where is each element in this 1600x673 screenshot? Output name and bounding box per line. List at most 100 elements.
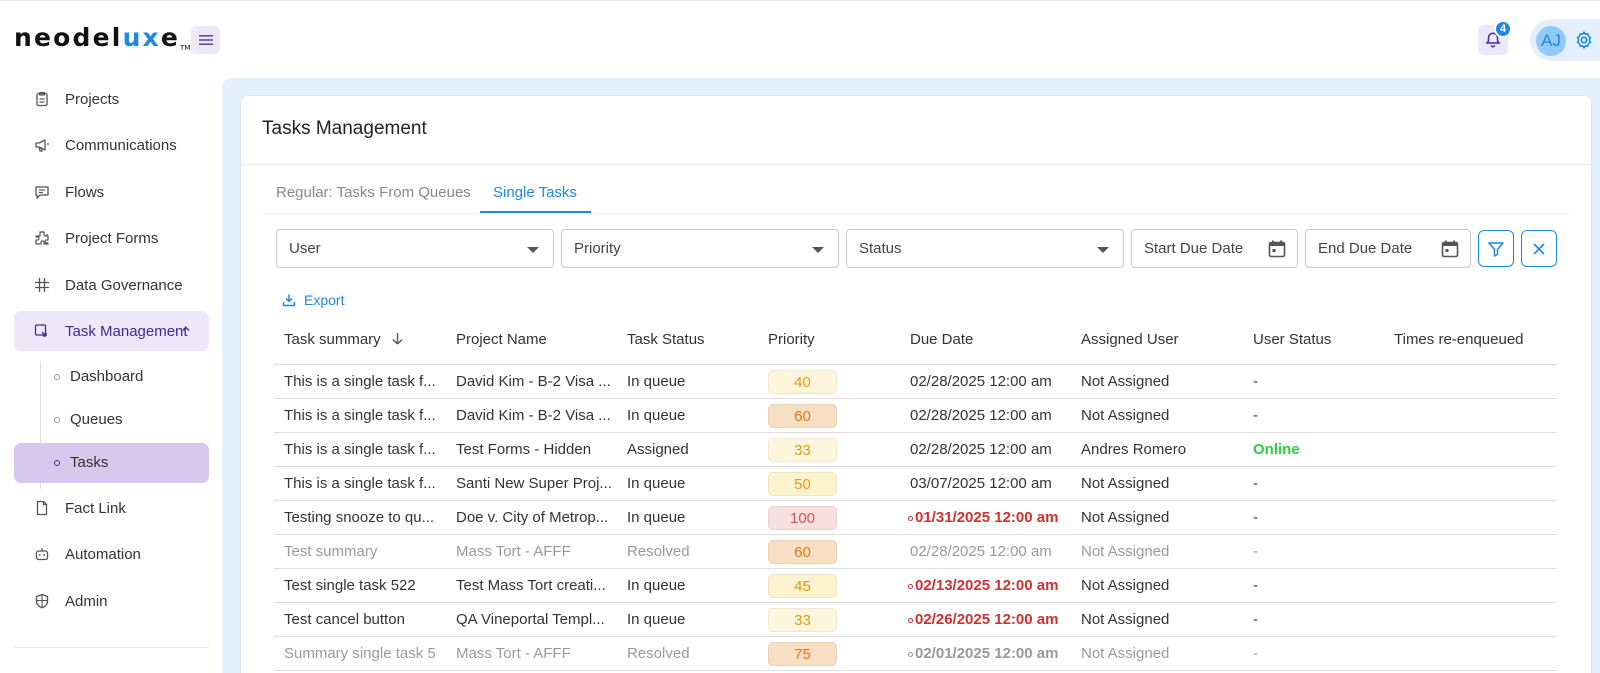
assigned-user-cell: Not Assigned — [1081, 611, 1170, 628]
task-icon — [34, 324, 47, 337]
table-row[interactable]: Test single task 522 Test Mass Tort creat… — [274, 569, 1557, 603]
caret-down-icon — [812, 247, 824, 253]
avatar[interactable]: AJ — [1536, 26, 1566, 56]
shield-icon — [35, 593, 49, 609]
start-due-date-placeholder: Start Due Date — [1144, 240, 1244, 257]
column-header-assigned-user[interactable]: Assigned User — [1081, 331, 1179, 348]
sidebar-item-admin[interactable]: Admin — [14, 581, 209, 621]
menu-toggle-button[interactable] — [191, 26, 220, 54]
column-header-user-status[interactable]: User Status — [1253, 331, 1331, 348]
column-header-task-status[interactable]: Task Status — [627, 331, 705, 348]
calendar-icon[interactable] — [1267, 239, 1287, 259]
sidebar-item-communications[interactable]: Communications — [14, 125, 209, 165]
sidebar-item-flows[interactable]: Flows — [14, 172, 209, 212]
sidebar-item-label: Task Management — [65, 322, 188, 340]
user-filter-placeholder: User — [289, 240, 321, 257]
column-header-due-date[interactable]: Due Date — [910, 331, 973, 348]
priority-badge: 45 — [768, 574, 837, 598]
end-due-date-picker[interactable]: End Due Date — [1305, 229, 1471, 268]
grid-icon — [35, 278, 49, 292]
due-date-text: 02/26/2025 12:00 am — [915, 611, 1059, 628]
sidebar-item-automation[interactable]: Automation — [14, 534, 209, 574]
sidebar-item-task-management[interactable]: Task Management — [14, 311, 209, 351]
sidebar-divider — [14, 647, 209, 648]
assigned-user-cell: Not Assigned — [1081, 543, 1170, 560]
task-status-cell: In queue — [627, 407, 686, 424]
task-status-cell: Resolved — [627, 543, 690, 560]
task-status-cell: In queue — [627, 577, 686, 594]
user-status-cell: - — [1253, 509, 1258, 526]
due-date-cell: 03/07/2025 12:00 am — [910, 475, 1075, 492]
chevron-up-icon[interactable] — [181, 324, 191, 334]
table-row[interactable]: Test cancel button QA Vineportal Templ...… — [274, 603, 1557, 637]
bullet-icon — [54, 374, 60, 380]
table-row[interactable]: This is a single task f... David Kim - B-… — [274, 365, 1557, 399]
sidebar-item-projects[interactable]: Projects — [14, 79, 209, 119]
export-button[interactable]: Export — [282, 292, 344, 308]
column-header-times-re-enqueued[interactable]: Times re-enqueued — [1394, 331, 1524, 348]
clear-filters-button[interactable] — [1521, 230, 1557, 267]
task-summary-cell: Test single task 522 — [284, 577, 416, 594]
caret-down-icon — [1097, 247, 1109, 253]
apply-filter-button[interactable] — [1478, 230, 1514, 267]
brand-logo[interactable]: neodeluxeTM — [14, 23, 190, 52]
due-date-text: 02/28/2025 12:00 am — [910, 407, 1052, 424]
sidebar-item-label: Admin — [65, 592, 108, 610]
project-name-cell: QA Vineportal Templ... — [456, 611, 605, 628]
tabs-divider — [262, 213, 1570, 214]
status-filter-select[interactable]: Status — [846, 229, 1124, 268]
priority-badge: 40 — [768, 370, 837, 394]
task-status-cell: In queue — [627, 611, 686, 628]
task-summary-cell: Test summary — [284, 543, 378, 560]
megaphone-icon — [35, 139, 49, 152]
priority-badge: 100 — [768, 506, 837, 530]
status-filter-placeholder: Status — [859, 240, 902, 257]
table-row[interactable]: Test summary Mass Tort - AFFF Resolved 60 02… — [274, 535, 1557, 569]
sidebar-subitem-dashboard[interactable]: Dashboard — [14, 357, 209, 397]
tab-single-tasks[interactable]: Single Tasks — [493, 184, 577, 201]
sidebar-item-project-forms[interactable]: Project Forms — [14, 218, 209, 258]
start-due-date-picker[interactable]: Start Due Date — [1131, 229, 1298, 268]
close-icon — [1533, 242, 1545, 255]
project-name-cell: Mass Tort - AFFF — [456, 543, 571, 560]
sidebar-subitem-tasks[interactable]: Tasks — [14, 443, 209, 483]
sidebar-subitem-queues[interactable]: Queues — [14, 400, 209, 440]
task-status-cell: Resolved — [627, 645, 690, 662]
due-date-cell: 02/13/2025 12:00 am — [908, 577, 1093, 594]
user-status-cell: - — [1253, 645, 1258, 662]
project-name-cell: David Kim - B-2 Visa ... — [456, 373, 611, 390]
project-name-cell: David Kim - B-2 Visa ... — [456, 407, 611, 424]
project-name-cell: Test Forms - Hidden — [456, 441, 592, 458]
table-row[interactable]: This is a single task f... Test Forms - H… — [274, 433, 1557, 467]
due-date-cell: 02/28/2025 12:00 am — [910, 543, 1075, 560]
notification-count-badge: 4 — [1494, 20, 1512, 38]
table-row[interactable]: This is a single task f... Santi New Supe… — [274, 467, 1557, 501]
overdue-indicator-icon — [908, 651, 913, 657]
task-summary-cell: Summary single task 5 — [284, 645, 436, 662]
table-row[interactable]: Summary single task 5 Mass Tort - AFFF Res… — [274, 637, 1557, 671]
priority-filter-select[interactable]: Priority — [561, 229, 839, 268]
column-header-project-name[interactable]: Project Name — [456, 331, 547, 348]
assigned-user-cell: Not Assigned — [1081, 645, 1170, 662]
column-header-task-summary[interactable]: Task summary — [284, 331, 404, 348]
assigned-user-cell: Not Assigned — [1081, 475, 1170, 492]
table-row[interactable]: Testing snooze to qu... Doe v. City of Me… — [274, 501, 1557, 535]
sidebar: Projects Communications Flows Project Fo… — [0, 79, 222, 673]
due-date-cell: 01/31/2025 12:00 am — [908, 509, 1093, 526]
column-header-priority[interactable]: Priority — [768, 331, 815, 348]
task-status-cell: Assigned — [627, 441, 689, 458]
calendar-icon[interactable] — [1440, 239, 1460, 259]
tab-regular-tasks-from-queues[interactable]: Regular: Tasks From Queues — [276, 184, 471, 201]
sidebar-item-label: Automation — [65, 545, 141, 563]
table-row[interactable]: This is a single task f... David Kim - B-… — [274, 399, 1557, 433]
task-summary-cell: Testing snooze to qu... — [284, 509, 435, 526]
sidebar-item-fact-link[interactable]: Fact Link — [14, 488, 209, 528]
gear-icon[interactable] — [1574, 30, 1594, 50]
user-filter-select[interactable]: User — [276, 229, 554, 268]
due-date-text: 03/07/2025 12:00 am — [910, 475, 1052, 492]
filter-icon — [1488, 241, 1504, 257]
due-date-text: 02/28/2025 12:00 am — [910, 441, 1052, 458]
sidebar-item-label: Communications — [65, 136, 177, 154]
sidebar-subitem-label: Dashboard — [70, 368, 144, 385]
sidebar-item-data-governance[interactable]: Data Governance — [14, 265, 209, 305]
